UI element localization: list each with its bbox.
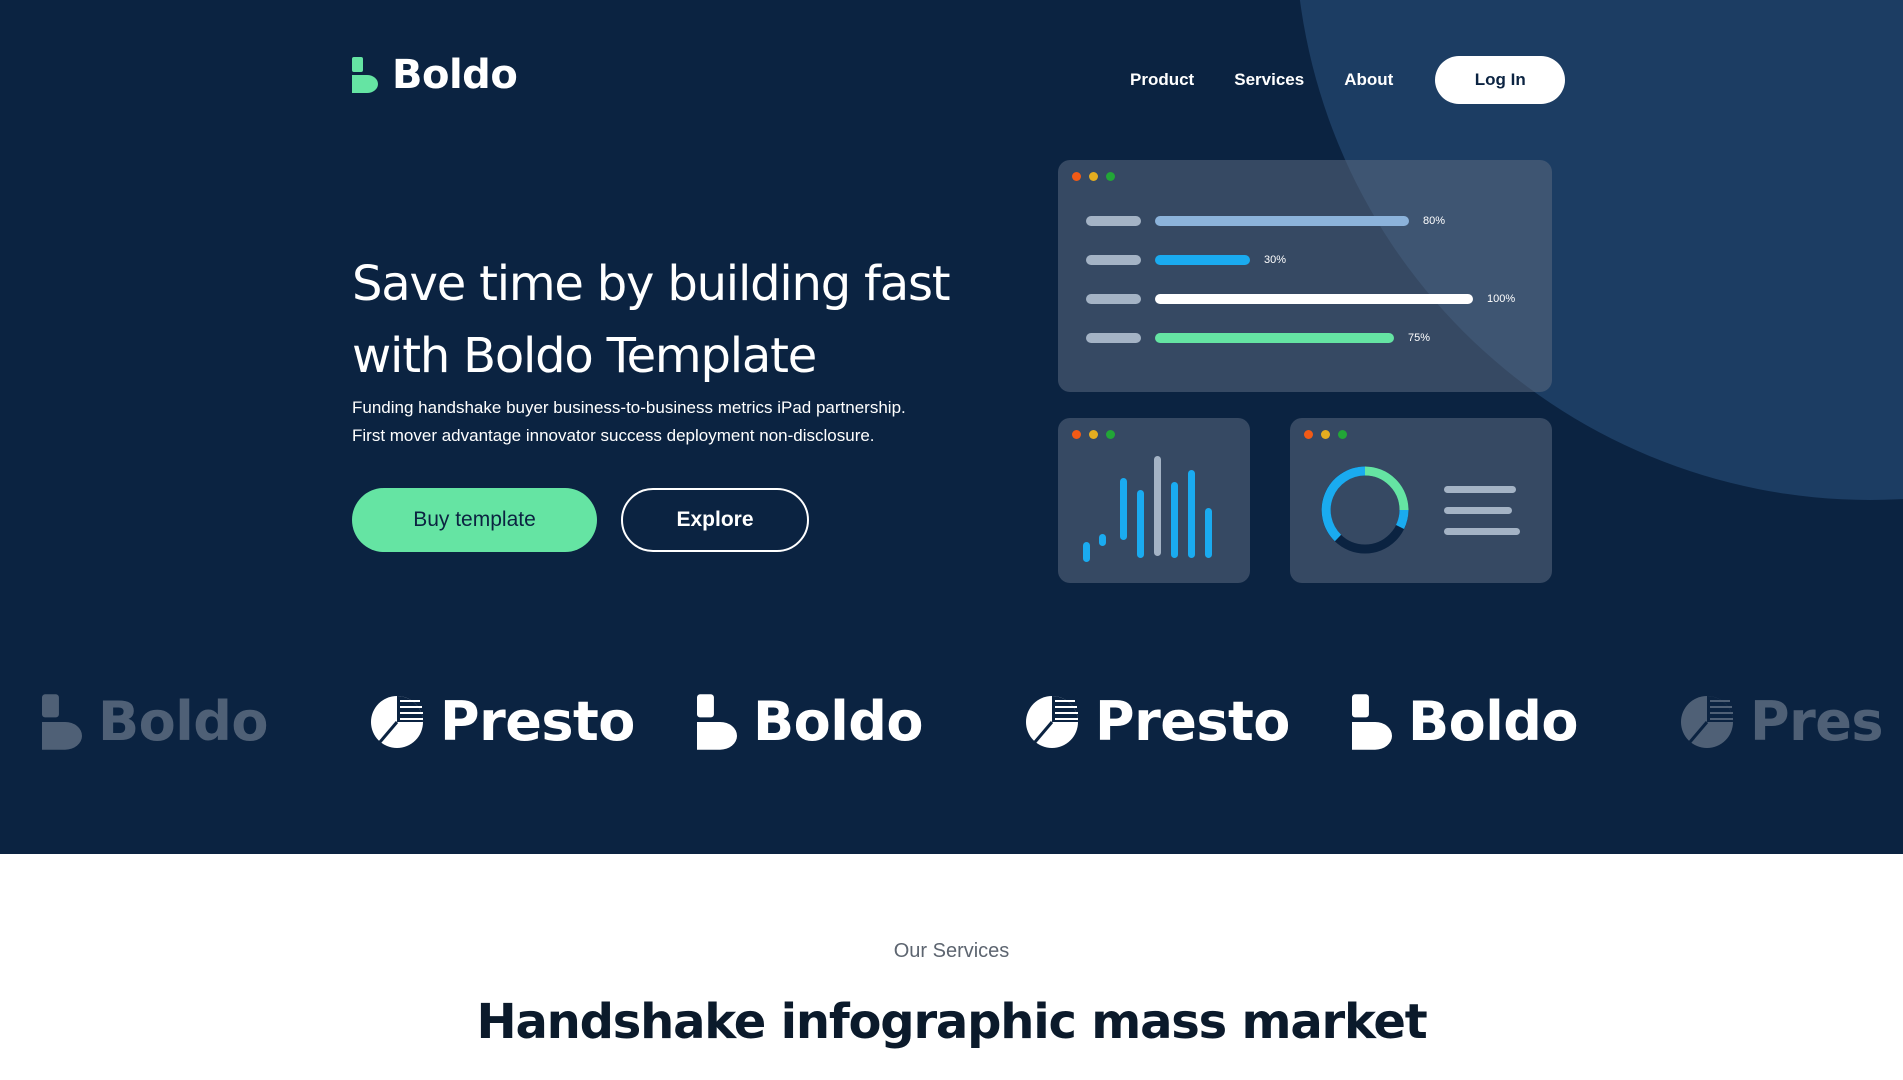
close-dot-icon (1072, 172, 1081, 181)
nav-link-services[interactable]: Services (1234, 70, 1304, 90)
progress-percent-label: 30% (1264, 254, 1287, 266)
buy-template-button[interactable]: Buy template (352, 488, 597, 552)
hero-subtitle-line-2: First mover advantage innovator success … (352, 426, 875, 445)
hero-title: Save time by building fast with Boldo Te… (352, 256, 951, 384)
partner-logo-boldo: Boldo (697, 690, 924, 753)
partner-logo-presto: Pres (1680, 690, 1883, 753)
partner-logo-text: Boldo (98, 690, 269, 753)
partner-logo-text: Presto (1095, 690, 1290, 753)
partner-logo-text: Boldo (753, 690, 924, 753)
login-button[interactable]: Log In (1435, 56, 1566, 104)
nav-link-about[interactable]: About (1344, 70, 1393, 90)
progress-label-placeholder (1086, 255, 1141, 265)
partner-logo-text: Presto (440, 690, 635, 753)
hero-section: Boldo Product Services About Log In Save… (0, 0, 1903, 854)
progress-card: 80% 30% 100% 75% (1058, 160, 1552, 392)
progress-percent-label: 80% (1423, 215, 1446, 227)
services-title: Handshake infographic mass market (476, 994, 1427, 1050)
nav-link-product[interactable]: Product (1130, 70, 1194, 90)
progress-row: 75% (1086, 332, 1430, 344)
partner-logo-presto: Presto (370, 690, 635, 753)
progress-row: 30% (1086, 254, 1286, 266)
boldo-logo-icon (1352, 693, 1392, 750)
partner-logo-boldo: Boldo (42, 690, 269, 753)
window-dots (1072, 172, 1115, 181)
main-nav: Product Services About Log In (1130, 56, 1566, 104)
progress-bar-fill (1155, 294, 1473, 304)
progress-label-placeholder (1086, 294, 1141, 304)
presto-logo-icon (371, 695, 423, 748)
progress-label-placeholder (1086, 216, 1141, 226)
progress-label-placeholder (1086, 333, 1141, 343)
maximize-dot-icon (1106, 172, 1115, 181)
progress-bar-fill (1155, 216, 1409, 226)
progress-percent-label: 75% (1408, 332, 1431, 344)
bar-chart-card (1058, 418, 1250, 583)
donut-chart-icon (1321, 466, 1520, 554)
presto-logo-icon (1026, 695, 1078, 748)
brand-logo[interactable]: Boldo (352, 52, 518, 98)
explore-button[interactable]: Explore (621, 488, 809, 552)
progress-row: 100% (1086, 293, 1515, 305)
hero-subtitle: Funding handshake buyer business-to-busi… (352, 394, 952, 450)
partner-logo-presto: Presto (1025, 690, 1290, 753)
partner-logo-text: Boldo (1408, 690, 1579, 753)
boldo-logo-icon (42, 693, 82, 750)
presto-logo-icon (1681, 695, 1733, 748)
boldo-logo-icon (352, 57, 378, 93)
boldo-logo-icon (697, 693, 737, 750)
progress-row: 80% (1086, 215, 1445, 227)
partner-logo-boldo: Boldo (1352, 690, 1579, 753)
progress-percent-label: 100% (1487, 293, 1516, 305)
progress-bar-fill (1155, 255, 1250, 265)
partner-logo-text: Pres (1750, 690, 1883, 753)
bar-chart-icon (1083, 456, 1212, 562)
donut-chart-card (1290, 418, 1552, 583)
brand-name: Boldo (392, 52, 518, 98)
services-eyebrow: Our Services (893, 940, 1010, 962)
progress-bar-fill (1155, 333, 1394, 343)
hero-subtitle-line-1: Funding handshake buyer business-to-busi… (352, 398, 906, 417)
minimize-dot-icon (1089, 172, 1098, 181)
